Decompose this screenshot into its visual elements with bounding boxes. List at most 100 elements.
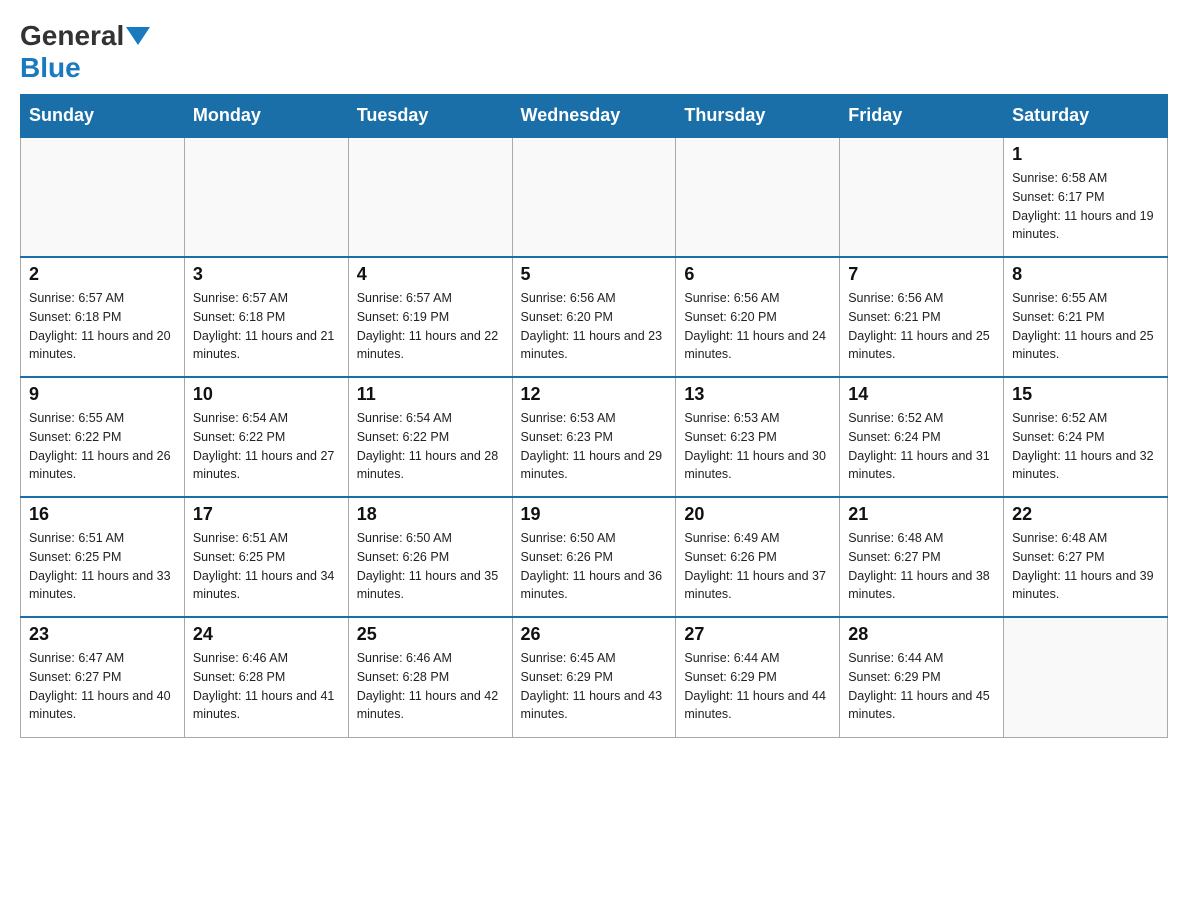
day-number: 26 xyxy=(521,624,668,645)
day-number: 24 xyxy=(193,624,340,645)
day-number: 12 xyxy=(521,384,668,405)
day-info: Sunrise: 6:48 AM Sunset: 6:27 PM Dayligh… xyxy=(848,529,995,604)
day-info: Sunrise: 6:46 AM Sunset: 6:28 PM Dayligh… xyxy=(193,649,340,724)
calendar-cell: 25 Sunrise: 6:46 AM Sunset: 6:28 PM Dayli… xyxy=(348,617,512,737)
calendar-table: SundayMondayTuesdayWednesdayThursdayFrid… xyxy=(20,94,1168,738)
calendar-cell: 24 Sunrise: 6:46 AM Sunset: 6:28 PM Dayli… xyxy=(184,617,348,737)
calendar-cell: 17 Sunrise: 6:51 AM Sunset: 6:25 PM Dayli… xyxy=(184,497,348,617)
calendar-cell: 3 Sunrise: 6:57 AM Sunset: 6:18 PM Daylig… xyxy=(184,257,348,377)
day-number: 7 xyxy=(848,264,995,285)
day-number: 19 xyxy=(521,504,668,525)
day-info: Sunrise: 6:54 AM Sunset: 6:22 PM Dayligh… xyxy=(357,409,504,484)
day-info: Sunrise: 6:55 AM Sunset: 6:21 PM Dayligh… xyxy=(1012,289,1159,364)
day-info: Sunrise: 6:44 AM Sunset: 6:29 PM Dayligh… xyxy=(684,649,831,724)
logo-blue-text: Blue xyxy=(20,52,81,83)
day-info: Sunrise: 6:46 AM Sunset: 6:28 PM Dayligh… xyxy=(357,649,504,724)
day-number: 5 xyxy=(521,264,668,285)
calendar-cell: 4 Sunrise: 6:57 AM Sunset: 6:19 PM Daylig… xyxy=(348,257,512,377)
day-number: 6 xyxy=(684,264,831,285)
day-info: Sunrise: 6:47 AM Sunset: 6:27 PM Dayligh… xyxy=(29,649,176,724)
calendar-cell xyxy=(676,137,840,257)
day-number: 4 xyxy=(357,264,504,285)
day-header-monday: Monday xyxy=(184,95,348,138)
day-number: 28 xyxy=(848,624,995,645)
week-row-1: 1 Sunrise: 6:58 AM Sunset: 6:17 PM Daylig… xyxy=(21,137,1168,257)
calendar-cell: 12 Sunrise: 6:53 AM Sunset: 6:23 PM Dayli… xyxy=(512,377,676,497)
day-info: Sunrise: 6:54 AM Sunset: 6:22 PM Dayligh… xyxy=(193,409,340,484)
day-number: 25 xyxy=(357,624,504,645)
calendar-cell: 13 Sunrise: 6:53 AM Sunset: 6:23 PM Dayli… xyxy=(676,377,840,497)
week-row-2: 2 Sunrise: 6:57 AM Sunset: 6:18 PM Daylig… xyxy=(21,257,1168,377)
calendar-cell xyxy=(184,137,348,257)
day-number: 23 xyxy=(29,624,176,645)
week-row-3: 9 Sunrise: 6:55 AM Sunset: 6:22 PM Daylig… xyxy=(21,377,1168,497)
day-number: 9 xyxy=(29,384,176,405)
calendar-cell: 21 Sunrise: 6:48 AM Sunset: 6:27 PM Dayli… xyxy=(840,497,1004,617)
day-header-friday: Friday xyxy=(840,95,1004,138)
day-info: Sunrise: 6:57 AM Sunset: 6:19 PM Dayligh… xyxy=(357,289,504,364)
day-number: 17 xyxy=(193,504,340,525)
day-number: 2 xyxy=(29,264,176,285)
day-info: Sunrise: 6:52 AM Sunset: 6:24 PM Dayligh… xyxy=(848,409,995,484)
day-number: 21 xyxy=(848,504,995,525)
calendar-cell: 27 Sunrise: 6:44 AM Sunset: 6:29 PM Dayli… xyxy=(676,617,840,737)
day-number: 16 xyxy=(29,504,176,525)
day-info: Sunrise: 6:53 AM Sunset: 6:23 PM Dayligh… xyxy=(684,409,831,484)
calendar-cell: 1 Sunrise: 6:58 AM Sunset: 6:17 PM Daylig… xyxy=(1004,137,1168,257)
day-info: Sunrise: 6:57 AM Sunset: 6:18 PM Dayligh… xyxy=(193,289,340,364)
week-row-4: 16 Sunrise: 6:51 AM Sunset: 6:25 PM Dayli… xyxy=(21,497,1168,617)
week-row-5: 23 Sunrise: 6:47 AM Sunset: 6:27 PM Dayli… xyxy=(21,617,1168,737)
logo: General Blue xyxy=(20,20,152,84)
day-number: 27 xyxy=(684,624,831,645)
day-info: Sunrise: 6:51 AM Sunset: 6:25 PM Dayligh… xyxy=(29,529,176,604)
calendar-cell: 7Sunrise: 6:56 AM Sunset: 6:21 PM Daylig… xyxy=(840,257,1004,377)
day-number: 8 xyxy=(1012,264,1159,285)
day-info: Sunrise: 6:55 AM Sunset: 6:22 PM Dayligh… xyxy=(29,409,176,484)
day-info: Sunrise: 6:45 AM Sunset: 6:29 PM Dayligh… xyxy=(521,649,668,724)
day-info: Sunrise: 6:50 AM Sunset: 6:26 PM Dayligh… xyxy=(521,529,668,604)
logo-general-text: General xyxy=(20,20,124,52)
day-info: Sunrise: 6:49 AM Sunset: 6:26 PM Dayligh… xyxy=(684,529,831,604)
calendar-cell: 5 Sunrise: 6:56 AM Sunset: 6:20 PM Daylig… xyxy=(512,257,676,377)
day-header-thursday: Thursday xyxy=(676,95,840,138)
calendar-cell: 8 Sunrise: 6:55 AM Sunset: 6:21 PM Daylig… xyxy=(1004,257,1168,377)
day-info: Sunrise: 6:53 AM Sunset: 6:23 PM Dayligh… xyxy=(521,409,668,484)
calendar-cell: 19 Sunrise: 6:50 AM Sunset: 6:26 PM Dayli… xyxy=(512,497,676,617)
day-header-sunday: Sunday xyxy=(21,95,185,138)
day-number: 11 xyxy=(357,384,504,405)
calendar-cell: 6Sunrise: 6:56 AM Sunset: 6:20 PM Daylig… xyxy=(676,257,840,377)
day-number: 14 xyxy=(848,384,995,405)
day-header-tuesday: Tuesday xyxy=(348,95,512,138)
calendar-cell: 18Sunrise: 6:50 AM Sunset: 6:26 PM Dayli… xyxy=(348,497,512,617)
day-number: 10 xyxy=(193,384,340,405)
logo-triangle-icon xyxy=(126,27,150,45)
day-number: 15 xyxy=(1012,384,1159,405)
day-info: Sunrise: 6:52 AM Sunset: 6:24 PM Dayligh… xyxy=(1012,409,1159,484)
calendar-header-row: SundayMondayTuesdayWednesdayThursdayFrid… xyxy=(21,95,1168,138)
calendar-cell: 9 Sunrise: 6:55 AM Sunset: 6:22 PM Daylig… xyxy=(21,377,185,497)
calendar-cell xyxy=(21,137,185,257)
day-info: Sunrise: 6:56 AM Sunset: 6:20 PM Dayligh… xyxy=(521,289,668,364)
calendar-cell xyxy=(512,137,676,257)
day-info: Sunrise: 6:51 AM Sunset: 6:25 PM Dayligh… xyxy=(193,529,340,604)
day-number: 13 xyxy=(684,384,831,405)
calendar-cell: 16 Sunrise: 6:51 AM Sunset: 6:25 PM Dayli… xyxy=(21,497,185,617)
calendar-cell: 23 Sunrise: 6:47 AM Sunset: 6:27 PM Dayli… xyxy=(21,617,185,737)
calendar-cell: 11 Sunrise: 6:54 AM Sunset: 6:22 PM Dayli… xyxy=(348,377,512,497)
calendar-cell xyxy=(840,137,1004,257)
day-header-wednesday: Wednesday xyxy=(512,95,676,138)
calendar-cell xyxy=(1004,617,1168,737)
day-info: Sunrise: 6:44 AM Sunset: 6:29 PM Dayligh… xyxy=(848,649,995,724)
day-number: 3 xyxy=(193,264,340,285)
day-number: 20 xyxy=(684,504,831,525)
day-info: Sunrise: 6:58 AM Sunset: 6:17 PM Dayligh… xyxy=(1012,169,1159,244)
day-info: Sunrise: 6:50 AM Sunset: 6:26 PM Dayligh… xyxy=(357,529,504,604)
calendar-cell: 22Sunrise: 6:48 AM Sunset: 6:27 PM Dayli… xyxy=(1004,497,1168,617)
page-header: General Blue xyxy=(20,20,1168,84)
calendar-cell: 2Sunrise: 6:57 AM Sunset: 6:18 PM Daylig… xyxy=(21,257,185,377)
calendar-cell: 10 Sunrise: 6:54 AM Sunset: 6:22 PM Dayli… xyxy=(184,377,348,497)
calendar-cell: 28 Sunrise: 6:44 AM Sunset: 6:29 PM Dayli… xyxy=(840,617,1004,737)
day-number: 1 xyxy=(1012,144,1159,165)
calendar-cell: 15 Sunrise: 6:52 AM Sunset: 6:24 PM Dayli… xyxy=(1004,377,1168,497)
calendar-cell: 26 Sunrise: 6:45 AM Sunset: 6:29 PM Dayli… xyxy=(512,617,676,737)
